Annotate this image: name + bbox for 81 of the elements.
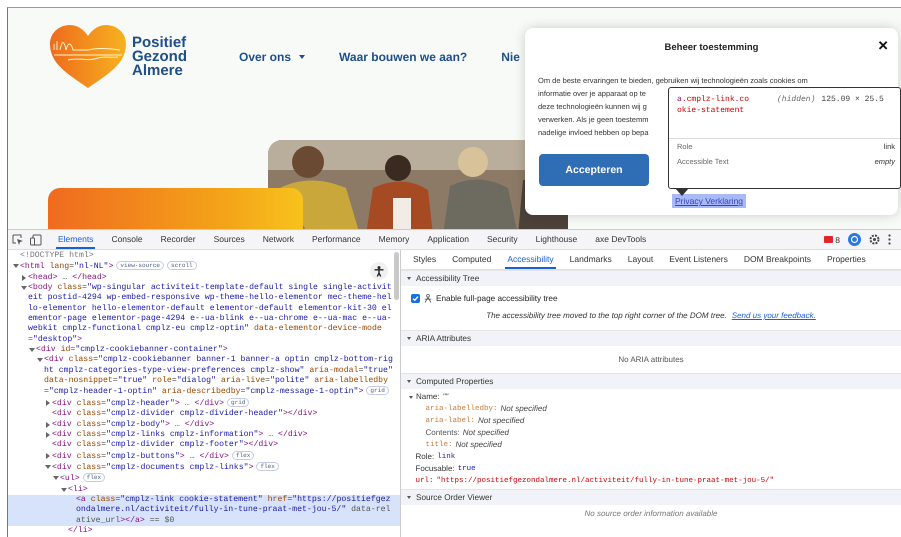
- avatar-icon[interactable]: [848, 233, 861, 246]
- panel-tab[interactable]: Styles: [411, 250, 438, 269]
- devtools-tab[interactable]: Security: [484, 230, 520, 249]
- expand-arrow-icon[interactable]: [37, 358, 43, 362]
- dom-node[interactable]: </li>: [68, 526, 393, 536]
- property-name: Focusable:: [416, 463, 455, 475]
- expand-arrow-icon[interactable]: [46, 452, 50, 459]
- expand-arrow-icon[interactable]: [409, 396, 413, 398]
- empty-message: No ARIA attributes: [617, 354, 685, 366]
- dom-node[interactable]: <div class="cmplz-body"> … </div>: [52, 420, 393, 430]
- empty-message: No source order information available: [584, 508, 718, 520]
- devtools-tab[interactable]: Console: [109, 230, 145, 249]
- dom-node[interactable]: <head> … </head>: [28, 272, 393, 284]
- section-header[interactable]: ARIA Attributes: [401, 330, 901, 346]
- accessibility-tree-button[interactable]: [370, 262, 388, 280]
- panel-tab[interactable]: Event Listeners: [667, 250, 730, 269]
- dom-node[interactable]: <div id="cmplz-cookiebanner-container">: [36, 345, 393, 356]
- panel-tab[interactable]: Computed: [450, 250, 494, 269]
- dialog-title: Beheer toestemming: [664, 42, 760, 53]
- feedback-link[interactable]: Send us your feedback.: [732, 311, 816, 320]
- dom-node[interactable]: <div class="cmplz-divider cmplz-divider-header"></div>: [52, 409, 393, 420]
- property-name: Role:: [416, 451, 434, 463]
- devtools-tab[interactable]: Performance: [310, 230, 363, 249]
- error-count[interactable]: 8: [824, 234, 840, 244]
- property-value: "": [442, 391, 448, 403]
- section-header[interactable]: Accessibility Tree: [401, 270, 901, 286]
- expand-arrow-icon[interactable]: [45, 464, 51, 469]
- checkbox-label: Enable full-page accessibility tree: [436, 294, 558, 303]
- section-header[interactable]: Source Order Viewer: [401, 489, 901, 505]
- section-header[interactable]: Computed Properties: [401, 373, 901, 389]
- property-name: Contents:: [426, 427, 460, 439]
- dom-node[interactable]: <div class="cmplz-links cmplz-information"> … </div>: [52, 430, 393, 440]
- devtools-tab[interactable]: axe DevTools: [593, 230, 648, 249]
- device-icon[interactable]: [30, 234, 42, 246]
- settings-icon[interactable]: [869, 234, 880, 245]
- devtools-tab[interactable]: Recorder: [158, 230, 198, 249]
- accept-button[interactable]: Accepteren: [539, 154, 649, 186]
- more-menu-icon[interactable]: [888, 234, 891, 245]
- nav-link[interactable]: Over ons: [238, 50, 306, 64]
- dom-node[interactable]: <!DOCTYPE html>: [20, 251, 393, 262]
- person-icon: [374, 266, 384, 276]
- dom-node[interactable]: <li>: [68, 484, 393, 495]
- panel-tab[interactable]: Layout: [626, 250, 656, 269]
- element-selector: a.cmplz-link.cookie-statement: [677, 94, 750, 117]
- heart-logo[interactable]: [48, 24, 128, 90]
- property-value: Not specified: [478, 415, 524, 427]
- expand-arrow-icon[interactable]: [29, 348, 35, 352]
- expand-arrow-icon[interactable]: [53, 476, 59, 480]
- inspect-icon[interactable]: [12, 234, 24, 246]
- expand-arrow-icon[interactable]: [21, 286, 27, 290]
- panel-tab[interactable]: Properties: [824, 250, 868, 269]
- logo-text[interactable]: Positief Gezond Almere: [132, 36, 187, 78]
- nav-link[interactable]: Nie: [501, 50, 520, 64]
- visibility-label: (hidden): [777, 94, 816, 106]
- devtools-tab[interactable]: Sources: [212, 230, 247, 249]
- person-icon: [424, 294, 432, 303]
- panel-tab[interactable]: Landmarks: [568, 250, 614, 269]
- devtools-tab[interactable]: Network: [260, 230, 296, 249]
- devtools-tab[interactable]: Lighthouse: [534, 230, 580, 249]
- property-value: Not specified: [500, 403, 547, 415]
- property-name: Name:: [416, 391, 440, 403]
- devtools-tab[interactable]: Memory: [376, 230, 412, 249]
- info-message: The accessibility tree moved to the top right corner of the DOM tree.: [486, 311, 727, 320]
- expand-arrow-icon[interactable]: [46, 432, 50, 438]
- element-size: 125.09 × 25.5: [821, 94, 884, 106]
- privacy-link[interactable]: Privacy Verklaring: [672, 194, 746, 208]
- nav-link[interactable]: Waar bouwen we aan?: [339, 50, 468, 64]
- panel-tab[interactable]: DOM Breakpoints: [742, 250, 813, 269]
- scrollbar[interactable]: [394, 252, 399, 300]
- expand-arrow-icon[interactable]: [46, 422, 50, 428]
- devtools-tab[interactable]: Application: [425, 230, 471, 249]
- checkbox[interactable]: [411, 294, 420, 303]
- expand-arrow-icon[interactable]: [22, 274, 26, 281]
- dom-node[interactable]: <body class="wp-singular activiteit-template-default single single-activiteit postid-4294 wp-embed-responsive wp-theme-hello-elementor mec-theme-hello-elementor hello-elementor-default elementor-default elementor-kit-30 elementor-page elementor-page-4294 e--ua-blink e--ua-chrome e--ua-mac e--ua-webkit cmplz-functional cmplz-eu cmplz-optin" data-elementor-device-mode="desktop">: [28, 283, 393, 346]
- property-value: Not specified: [462, 427, 509, 439]
- dom-node[interactable]: <div class="cmplz-divider cmplz-footer"></div>: [52, 440, 393, 451]
- property-value: Not specified: [456, 439, 502, 451]
- devtools-tab[interactable]: Elements: [56, 230, 96, 249]
- expand-arrow-icon[interactable]: [46, 400, 50, 406]
- expand-arrow-icon[interactable]: [13, 264, 19, 268]
- close-button[interactable]: ×: [878, 38, 888, 54]
